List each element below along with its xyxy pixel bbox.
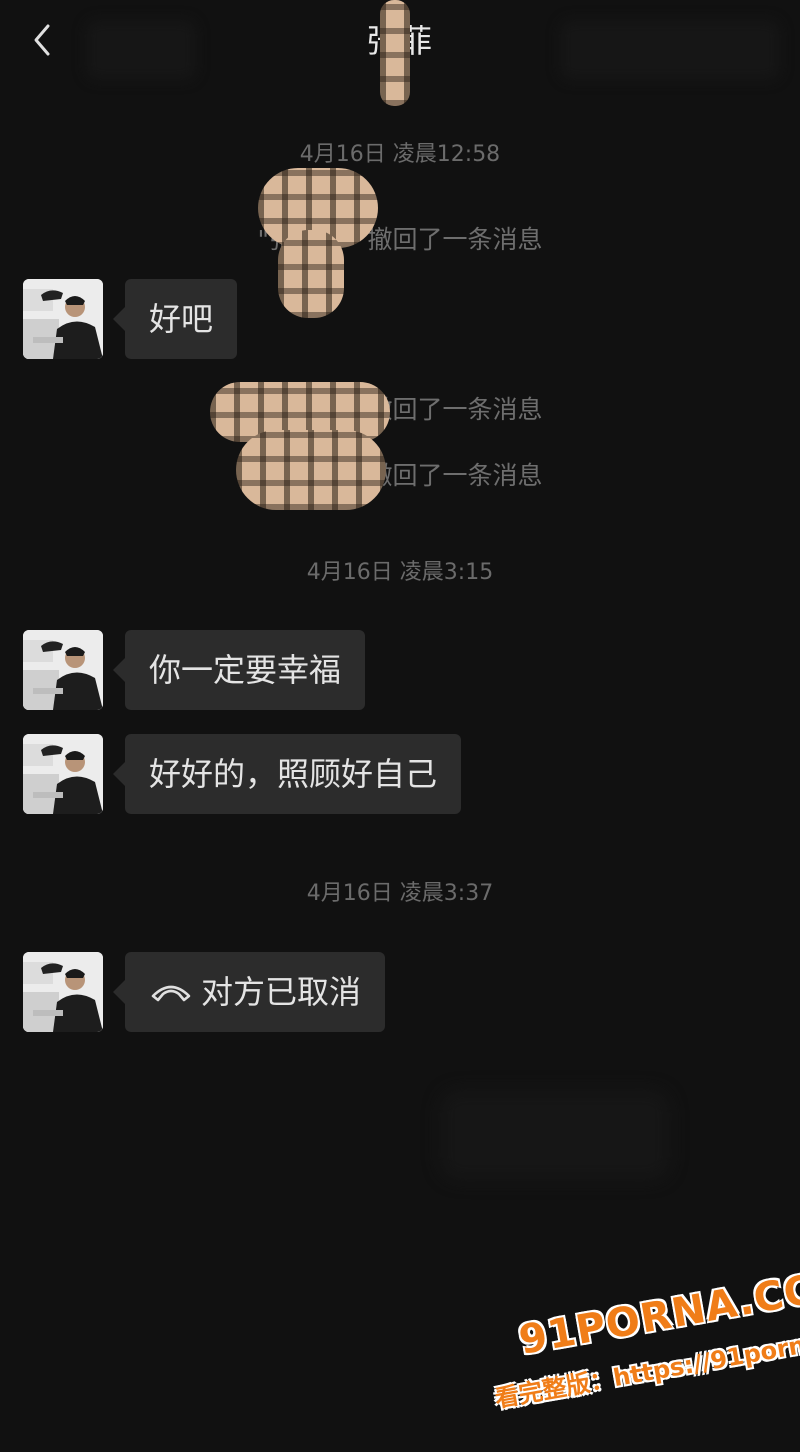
timestamp: 4月16日 凌晨12:58 (299, 142, 501, 167)
timestamp: 4月16日 凌晨3:37 (306, 881, 494, 906)
recall-notice: "撤回了一条消息 (0, 456, 800, 492)
recall-notice-text: 撤回了一条消息 (367, 395, 543, 424)
message-bubble[interactable]: 你一定要幸福 (112, 630, 366, 710)
avatar-photo (23, 630, 103, 710)
timestamp: 4月16日 凌晨3:15 (306, 560, 494, 585)
call-cancelled-bubble[interactable]: 对方已取消 (112, 952, 386, 1032)
avatar-photo (23, 952, 103, 1032)
avatar[interactable] (23, 279, 103, 359)
recall-notice: "撤回了一条消息 (0, 390, 800, 426)
message-bubble[interactable]: 好吧 (112, 279, 238, 359)
recall-notice-text: 撤回了一条消息 (367, 461, 543, 490)
privacy-scribble (380, 0, 410, 106)
avatar[interactable] (23, 630, 103, 710)
avatar[interactable] (23, 952, 103, 1032)
privacy-scribble (278, 230, 344, 318)
blurred-header-right (560, 20, 780, 80)
watermark: 91PORNA.COM 看完整版：https://91porna71.com (470, 1233, 800, 1438)
blurred-region (440, 1090, 670, 1180)
avatar[interactable] (23, 734, 103, 814)
avatar-photo (23, 734, 103, 814)
avatar-photo (23, 279, 103, 359)
hang-up-phone-icon (151, 985, 191, 1002)
message-bubble[interactable]: 好好的，照顾好自己 (112, 734, 462, 814)
call-status-text: 对方已取消 (201, 973, 362, 1011)
recall-notice: "张撤回了一条消息 (0, 220, 800, 256)
recall-notice-text: 撤回了一条消息 (367, 225, 543, 254)
privacy-scribble (236, 430, 386, 510)
